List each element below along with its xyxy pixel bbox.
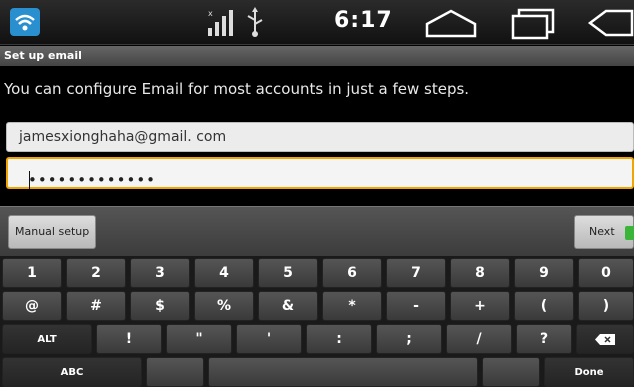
key-2[interactable]: 2 (66, 258, 126, 288)
signal-strength-icon: x (208, 9, 233, 36)
key-alt[interactable]: ALT (2, 324, 92, 354)
key-done[interactable]: Done (544, 357, 634, 387)
key-9[interactable]: 9 (514, 258, 574, 288)
action-bar: Manual setup Next (0, 206, 634, 256)
key-ampersand[interactable]: & (258, 291, 318, 321)
key-6[interactable]: 6 (322, 258, 382, 288)
recent-apps-icon[interactable] (510, 6, 556, 40)
status-bar: x 6:17 (0, 0, 634, 45)
key-percent[interactable]: % (194, 291, 254, 321)
back-icon[interactable] (586, 8, 634, 38)
text-cursor (29, 171, 30, 189)
key-dollar[interactable]: $ (130, 291, 190, 321)
title-bar: Set up email (0, 46, 634, 66)
key-exclamation[interactable]: ! (96, 324, 162, 354)
key-single-quote[interactable]: ' (236, 324, 302, 354)
key-minus[interactable]: - (386, 291, 446, 321)
key-5[interactable]: 5 (258, 258, 318, 288)
home-icon[interactable] (424, 8, 478, 38)
key-plus[interactable]: + (450, 291, 510, 321)
key-4[interactable]: 4 (194, 258, 254, 288)
key-question[interactable]: ? (516, 324, 572, 354)
wifi-icon (10, 8, 40, 36)
key-1[interactable]: 1 (2, 258, 62, 288)
key-double-quote[interactable]: " (166, 324, 232, 354)
manual-setup-label: Manual setup (15, 225, 90, 238)
next-label: Next (589, 225, 615, 238)
key-abc[interactable]: ABC (2, 357, 142, 387)
svg-text:x: x (208, 9, 213, 18)
clock: 6:17 (334, 8, 393, 33)
email-field[interactable]: jamesxionghaha@gmail. com (6, 122, 634, 152)
key-colon[interactable]: : (306, 324, 372, 354)
setup-form: You can configure Email for most account… (0, 66, 634, 206)
key-comma[interactable] (146, 357, 204, 387)
key-period[interactable] (482, 357, 540, 387)
next-arrow-icon (625, 226, 634, 240)
email-value: jamesxionghaha@gmail. com (19, 129, 227, 145)
key-hash[interactable]: # (66, 291, 126, 321)
key-at[interactable]: @ (2, 291, 62, 321)
instructions-text: You can configure Email for most account… (4, 80, 470, 98)
manual-setup-button[interactable]: Manual setup (8, 215, 96, 249)
key-0[interactable]: 0 (578, 258, 634, 288)
key-slash[interactable]: / (446, 324, 512, 354)
key-delete[interactable] (576, 324, 634, 354)
key-3[interactable]: 3 (130, 258, 190, 288)
key-open-paren[interactable]: ( (514, 291, 574, 321)
next-button[interactable]: Next (574, 215, 634, 249)
usb-icon (247, 7, 263, 37)
password-field[interactable]: ••••••••••••• (6, 157, 634, 189)
key-space[interactable] (208, 357, 478, 387)
key-7[interactable]: 7 (386, 258, 446, 288)
key-8[interactable]: 8 (450, 258, 510, 288)
key-asterisk[interactable]: * (322, 291, 382, 321)
backspace-icon (595, 333, 615, 345)
page-title: Set up email (4, 49, 82, 62)
soft-keyboard: 1 2 3 4 5 6 7 8 9 0 @ # $ % & * - + ( ) … (0, 256, 634, 387)
key-semicolon[interactable]: ; (376, 324, 442, 354)
key-close-paren[interactable]: ) (578, 291, 634, 321)
